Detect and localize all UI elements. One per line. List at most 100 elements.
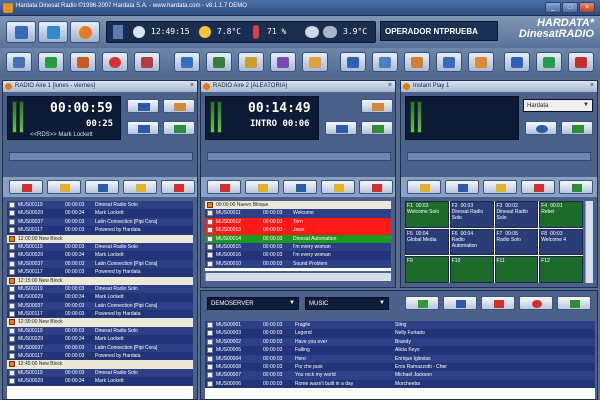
database-button[interactable] [372,52,398,72]
panel1-close-icon[interactable]: × [190,82,194,89]
playlist-row[interactable]: MUS00119 00:00:03 Dinesat Radio Solo [7,326,193,336]
playlist-row[interactable]: MUS00014 00:00:03 Dinesat Automation [205,234,391,243]
instant-play-cell[interactable]: F1 00:03 Welcome Solo [405,201,449,228]
playlist-row[interactable]: MUS00005 00:00:03 Falling Alicia Keys [205,346,595,355]
playlist-row[interactable]: MUS00011 00:00:03 Welcome [205,209,391,218]
panel3-eject-button[interactable] [483,180,517,194]
panel3-flag-button[interactable] [521,180,555,194]
instant-play-cell[interactable]: F2 00:03 Dinesat Radio Solo [449,201,494,228]
minimize-button[interactable]: _ [545,2,561,13]
panel3-vscrollbar[interactable] [585,201,593,283]
category-select[interactable]: MUSIC ▼ [305,297,389,310]
instant-play-cell[interactable]: F11 [494,256,539,283]
media-list[interactable]: MUS00001 00:00:03 Fragile Sting MUS00003 00:0… [205,321,595,399]
instant-play-cell[interactable]: F8 00:03 Welcome 4 [539,228,583,256]
instant-play-cell[interactable]: F6 00:04 Radio Automation [449,228,494,256]
panel1-playlist[interactable]: MUS00119 00:00:03 Dinesat Radio Solo MUS000… [7,201,193,399]
panel3-close-icon[interactable]: × [590,82,594,89]
panel2-flag-button[interactable] [359,180,393,194]
panel1-up-button[interactable] [47,180,81,194]
users-button[interactable] [468,52,494,72]
block-header-row[interactable]: 12:00:00 New Block [7,234,193,243]
playlist-row[interactable]: MUS00037 00:00:03 Latin Connection [Pipi C… [7,259,193,269]
panel2-up-button[interactable] [245,180,279,194]
panel1-user-button[interactable] [163,99,195,113]
instant-play-select[interactable]: Hardata ▼ [523,99,593,112]
playlist-row[interactable]: MUS00029 00:00:34 Mark Lockett [7,335,193,344]
playlist-row[interactable]: MUS00029 00:00:34 Mark Lockett [7,209,193,218]
playlist-row[interactable]: MUS00001 00:00:03 Fragile Sting [205,321,595,330]
panel1-delete-button[interactable] [9,180,43,194]
search-button[interactable] [6,52,32,72]
instant-play-cell[interactable]: F3 00:02 Dinesat Radio Solo [494,201,539,228]
panel1-cursor-button[interactable] [163,121,195,135]
add-button[interactable] [504,52,530,72]
instant-play-cell[interactable]: F9 [405,256,449,283]
schedule-button[interactable] [174,52,200,72]
panel3-stop-button[interactable] [445,180,479,194]
playlist-row[interactable]: MUS00004 00:00:03 Hero Enrique Iglesias [205,354,595,363]
playlist-row[interactable]: MUS00008 00:00:03 Pio che puoi Eros Ramazzo… [205,362,595,372]
maximize-button[interactable]: □ [562,2,578,13]
playlist-row[interactable]: MUS00117 00:00:03 Powered by Hardata [7,268,193,277]
close-button[interactable]: × [579,2,595,13]
block-header-row[interactable]: 12:15:00 New Block [7,276,193,285]
browser-cursor-button[interactable] [557,296,591,310]
panel2-cursor-button[interactable] [361,121,393,135]
panel2-user-button[interactable] [361,99,393,113]
server-select[interactable]: DEMOSERVER ▼ [207,297,299,310]
clipboard-button[interactable] [238,52,264,72]
playlist-row[interactable]: MUS00117 00:00:03 Powered by Hardata [7,352,193,361]
browser-flag-button[interactable] [481,296,515,310]
block-header-row[interactable]: 12:45:00 New Block [7,360,193,369]
user-button[interactable] [302,52,328,72]
cd-button[interactable] [70,21,100,43]
panel3-refresh-button[interactable] [525,121,557,135]
playlist-row[interactable]: MUS00029 00:00:34 Mark Lockett [7,293,193,302]
panel2-hscrollbar[interactable] [205,273,391,281]
panel1-flag-button[interactable] [161,180,195,194]
playlist-row[interactable]: MUS00010 00:00:03 Sound Problem [205,259,391,269]
phone-button[interactable] [536,52,562,72]
instant-play-cell[interactable]: F5 00:04 Global Media [405,228,449,256]
playlist-row[interactable]: MUS00007 00:00:03 You rock my world Michael… [205,371,595,380]
block-header-row[interactable]: 12:30:00 New Block [7,318,193,327]
instant-play-cell[interactable]: F4 00:01 Rebel [539,201,583,228]
instant-play-cell[interactable]: F12 [539,256,583,283]
panel2-playlist[interactable]: 00:00:00 Nuevo Bloque MUS00011 00:00:03 Wel… [205,201,391,271]
list-button[interactable] [206,52,232,72]
playlist-button[interactable] [6,21,36,43]
playlist-row[interactable]: MUS00013 00:00:03 Jaws [205,226,391,235]
panel1-next-button[interactable] [127,121,159,135]
pen-button[interactable] [134,52,160,72]
panel2-eject-button[interactable] [321,180,355,194]
panel1-eject-button[interactable] [123,180,157,194]
browser-stop-button[interactable] [443,296,477,310]
instant-play-cell[interactable]: F10 [449,256,494,283]
playlist-row[interactable]: MUS00016 00:00:03 I'm every woman [205,251,391,260]
playlist-row[interactable]: MUS00119 00:00:03 Dinesat Radio Solo [7,201,193,210]
play-button[interactable] [38,52,64,72]
playlist-row[interactable]: MUS00012 00:00:03 Torn [205,217,391,227]
playlist-row[interactable]: MUS00119 00:00:03 Dinesat Radio Solo [7,242,193,252]
panel2-stop-button[interactable] [283,180,317,194]
playlist-row[interactable]: MUS00119 00:00:03 Dinesat Radio Solo [7,284,193,294]
panel2-close-icon[interactable]: × [388,82,392,89]
exit-button[interactable] [568,52,594,72]
block-header-row[interactable]: 00:00:00 Nuevo Bloque [205,201,391,210]
grid-button[interactable] [38,21,68,43]
panel2-next-button[interactable] [325,121,357,135]
playlist-row[interactable]: MUS00002 00:00:03 Have you ever Brandy [205,337,595,347]
playlist-row[interactable]: MUS00119 00:00:03 Dinesat Radio Solo [7,368,193,378]
panel3-cursor-button[interactable] [561,121,593,135]
playlist-row[interactable]: MUS00037 00:00:03 Latin Connection [Pipi C… [7,343,193,353]
browser-record-button[interactable] [519,296,553,310]
panel2-delete-button[interactable] [207,180,241,194]
panel1-playpause-button[interactable] [127,99,159,113]
mic-button[interactable] [270,52,296,72]
playlist-row[interactable]: MUS00037 00:00:03 Latin Connection [Pipi C… [7,217,193,227]
record-button[interactable] [102,52,128,72]
playlist-row[interactable]: MUS00029 00:00:34 Mark Lockett [7,251,193,260]
panel3-up-button[interactable] [407,180,441,194]
playlist-row[interactable]: MUS00015 00:00:03 I'm every woman [205,242,391,252]
